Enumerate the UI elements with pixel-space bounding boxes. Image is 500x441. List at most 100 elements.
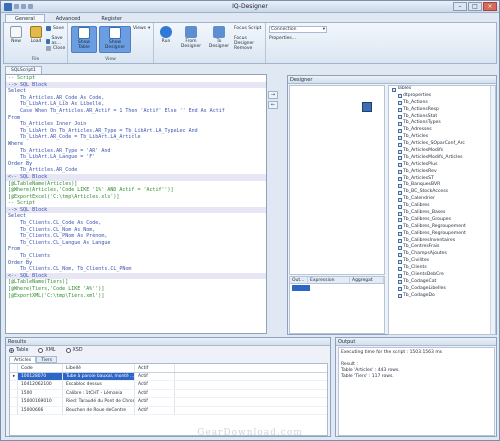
run-button[interactable]: Run <box>156 26 176 44</box>
code-line[interactable]: --> SQL Block <box>6 206 266 214</box>
tree-root-tables[interactable]: Tables <box>389 86 495 93</box>
row-header[interactable] <box>10 406 18 414</box>
code-line[interactable]: Order By <box>6 161 266 168</box>
table-row[interactable]: 10412062100 Escabloc dessus Actif <box>10 381 327 390</box>
code-line[interactable]: <-- SQL Block <box>6 272 266 280</box>
expand-icon[interactable] <box>392 87 396 92</box>
output-log[interactable]: Executing time for the script : 1503.156… <box>338 347 495 436</box>
code-line[interactable]: Order By <box>6 260 266 267</box>
col-code[interactable]: Code <box>18 364 63 372</box>
code-line[interactable]: Case When Tb_Articles.AR_Actif = 1 Then … <box>6 108 266 115</box>
code-line[interactable]: [@LTableName(Tiers)] <box>6 279 266 286</box>
tree-item-table[interactable]: Tb_Calibres_Regroupement <box>389 224 495 231</box>
row-header[interactable] <box>10 381 18 389</box>
table-node-icon[interactable] <box>362 102 372 112</box>
maximize-button[interactable]: □ <box>468 2 482 11</box>
tree-item-table[interactable]: Tb_Calibres_Bases <box>389 210 495 217</box>
code-line[interactable]: Tb_Clients.CL_Code As Code, <box>6 220 266 227</box>
grid-col-expression[interactable]: Expression <box>308 277 350 283</box>
show-table-button[interactable]: Show Table <box>71 26 97 53</box>
row-header[interactable] <box>10 389 18 398</box>
code-line[interactable]: Tb_Clients <box>6 253 266 260</box>
table-row[interactable]: ▸ 100128070 Tube à paroie bauxal, montè ..… <box>10 373 327 382</box>
designer-grid[interactable]: Out... Expression Aggregat <box>289 276 385 334</box>
code-line[interactable]: Tb_Articles Inner Join <box>6 121 266 128</box>
table-cell[interactable]: Actif <box>135 406 175 414</box>
table-cell[interactable]: Bouchon de Roue deCentre <box>63 406 135 414</box>
connection-combobox[interactable]: Connection ▾ <box>269 26 327 33</box>
row-header[interactable]: ▸ <box>10 373 18 381</box>
radio-table[interactable]: Table <box>9 348 28 353</box>
table-cell[interactable]: 10412062100 <box>18 381 63 389</box>
tree-item-table[interactable]: Tb_Calibres_Groupes <box>389 217 495 224</box>
grid-selected-cell[interactable] <box>292 285 310 291</box>
tree-item-table[interactable]: Tb_ActionsResp <box>389 107 495 114</box>
arrow-left-icon[interactable]: ← <box>268 101 278 109</box>
show-designer-button[interactable]: Show Designer <box>99 26 131 53</box>
tree-item-table[interactable]: Tb_ArticlesPlus <box>389 162 495 169</box>
code-line[interactable]: Tb_Clients.CL_PNom As Prénom, <box>6 233 266 240</box>
code-line[interactable]: <-- SQL Block <box>6 173 266 181</box>
new-button[interactable]: New <box>6 26 26 44</box>
close-window-button[interactable]: × <box>483 2 497 11</box>
sql-editor[interactable]: -- Script --> SQL Block Select Tb_Articles… <box>5 74 267 334</box>
table-row[interactable]: 15000666 Bouchon de Roue deCentre Actif <box>10 406 327 415</box>
code-line[interactable]: Tb_LibArt.AR_Code = Tb_LibArt.LA_Article <box>6 134 266 141</box>
tree-scrollbar[interactable] <box>490 86 495 334</box>
grid-col-aggregate[interactable]: Aggregat <box>350 277 384 283</box>
code-line[interactable]: --> SQL Block <box>6 81 266 89</box>
minimize-button[interactable]: – <box>453 2 467 11</box>
save-button[interactable]: Save <box>46 26 64 31</box>
code-line[interactable]: -- Script <box>6 75 266 82</box>
tree-item-table[interactable]: Tb_CodageLibelles <box>389 286 495 293</box>
tree-item-table[interactable]: dtproperties <box>389 93 495 100</box>
table-cell[interactable]: Actif <box>135 389 175 398</box>
code-line[interactable]: Tb_LibArt.LA_Langue = 'F' <box>6 154 266 161</box>
col-libelle[interactable]: Libellé <box>63 364 135 372</box>
table-cell[interactable]: 1500 <box>18 389 63 398</box>
code-line[interactable]: -- Script <box>6 200 266 207</box>
tree-item-table[interactable]: Tb_Calibres_Regroupement <box>389 231 495 238</box>
tree-item-table[interactable]: Tb_CodageDo <box>389 293 495 300</box>
table-cell[interactable]: Ried: Taraudé du Pont de Chrono <box>63 398 135 406</box>
code-line[interactable]: [@Where(Articles,'Code LIKE '1%' AND Act… <box>6 187 266 194</box>
tab-tiers[interactable]: Tiers <box>36 356 58 363</box>
table-cell[interactable]: Actif <box>135 381 175 389</box>
designer-canvas[interactable] <box>289 85 385 275</box>
code-line[interactable]: Tb_LibArt.LA_Lib As Libellé, <box>6 101 266 108</box>
focus-designer-button[interactable]: Focus Designer <box>234 36 265 46</box>
save-as-button[interactable]: Save as... <box>46 36 67 46</box>
code-line[interactable]: Where <box>6 141 266 148</box>
tree-item-table[interactable]: Tb_Actions <box>389 100 495 107</box>
tree-item-table[interactable]: Tb_ArticlesModifs_Articles <box>389 155 495 162</box>
radio-xml[interactable]: XML <box>38 348 56 353</box>
load-button[interactable]: Load <box>26 26 46 44</box>
table-row[interactable]: 15000169010 Ried: Taraudé du Pont de Chro… <box>10 398 327 407</box>
focus-script-button[interactable]: Focus Script <box>234 26 261 31</box>
code-line[interactable]: Tb_Articles.AR_Type = 'AR' And <box>6 148 266 155</box>
to-designer-button[interactable]: To Designer <box>206 26 232 49</box>
tree-item-table[interactable]: Tb_ArticlesRev <box>389 169 495 176</box>
tree-item-table[interactable]: Tb_ClientsDebCre <box>389 272 495 279</box>
results-table[interactable]: Code Libellé Actif ▸ 100128070 Tube à paro… <box>9 363 328 436</box>
views-dropdown[interactable]: Views ▾ <box>133 26 150 31</box>
code-line[interactable]: From <box>6 246 266 253</box>
tree-item-table[interactable]: Tb_Calibres <box>389 203 495 210</box>
radio-xsd[interactable]: XSD <box>65 348 83 353</box>
table-cell[interactable]: Escabloc dessus <box>63 381 135 389</box>
close-file-button[interactable]: Close <box>46 46 65 51</box>
code-line[interactable]: From <box>6 115 266 122</box>
tab-articles[interactable]: Articles <box>9 356 37 363</box>
col-actif[interactable]: Actif <box>135 364 175 372</box>
code-line[interactable]: Tb_Clients.CL_Nom, Tb_Clients.CL_PNom <box>6 266 266 273</box>
code-line[interactable]: Select <box>6 213 266 220</box>
from-designer-button[interactable]: From Designer <box>176 26 206 49</box>
row-header[interactable] <box>10 398 18 406</box>
tab-sqlscript1[interactable]: SQLScript1 <box>5 66 42 74</box>
tree-item-table[interactable]: Tb_CodageCat <box>389 279 495 286</box>
table-cell[interactable]: Tube à paroie bauxal, montè ... <box>63 373 135 381</box>
properties-button[interactable]: Properties... <box>269 36 296 41</box>
arrow-right-icon[interactable]: → <box>268 91 278 99</box>
table-cell[interactable]: Actif <box>135 398 175 406</box>
code-line[interactable]: Tb_Articles.AR_Code <box>6 167 266 174</box>
